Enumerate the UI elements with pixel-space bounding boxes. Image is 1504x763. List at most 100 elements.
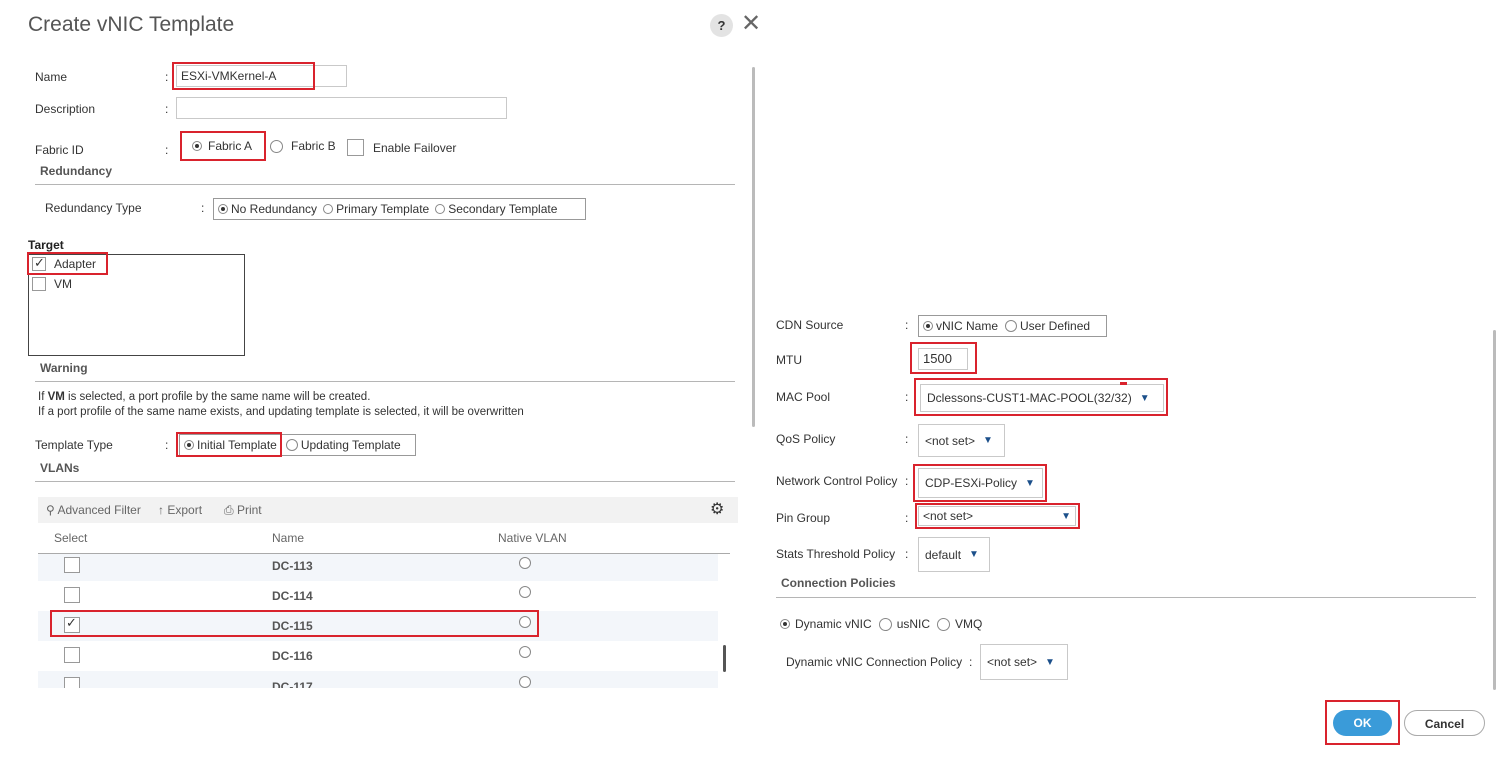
target-vm-item[interactable]: VM [32, 277, 72, 291]
export-label: Export [167, 503, 203, 517]
export-button[interactable]: ↑ Export [158, 503, 202, 517]
no-redundancy-label: No Redundancy [231, 202, 318, 216]
vmq-radio[interactable] [937, 617, 951, 631]
enable-failover-option[interactable]: Enable Failover [347, 139, 456, 156]
updating-template-label: Updating Template [300, 438, 401, 452]
fabric-b-option[interactable]: Fabric B [270, 139, 336, 153]
adapter-highlight [27, 252, 108, 275]
secondary-template-radio[interactable] [435, 204, 446, 214]
vnic-name-radio[interactable] [923, 321, 933, 331]
native-vlan-radio[interactable] [519, 646, 532, 658]
chevron-down-icon: ▼ [1045, 656, 1055, 668]
warning-line-1: If VM is selected, a port profile by the… [38, 391, 370, 403]
table-row[interactable]: DC-113 [38, 554, 718, 581]
print-icon: ⎙ [224, 503, 234, 517]
description-colon: : [165, 102, 169, 116]
target-vm-checkbox[interactable] [32, 277, 46, 291]
vlan-name: DC-114 [272, 589, 313, 603]
connection-policies-section-title: Connection Policies [781, 576, 896, 590]
native-vlan-radio[interactable] [519, 586, 532, 598]
native-vlan-radio[interactable] [519, 557, 532, 569]
mac-pool-label: MAC Pool [776, 390, 831, 404]
qos-policy-select[interactable]: <not set> ▼ [918, 424, 1005, 457]
secondary-template-label: Secondary Template [448, 202, 558, 216]
filter-icon: ⚲ [46, 503, 55, 517]
redundancy-type-label: Redundancy Type [45, 201, 142, 215]
name-highlight [172, 62, 315, 90]
qos-policy-colon: : [905, 432, 909, 446]
row-select-checkbox[interactable] [64, 557, 80, 573]
table-row[interactable]: DC-114 [38, 581, 718, 611]
enable-failover-checkbox[interactable] [347, 139, 364, 156]
redundancy-divider [35, 184, 735, 185]
user-defined-label: User Defined [1020, 319, 1091, 333]
vlans-divider [35, 481, 735, 482]
print-button[interactable]: ⎙ Print [224, 503, 262, 518]
dialog-title: Create vNIC Template [28, 13, 235, 36]
table-row[interactable]: DC-117 [38, 671, 718, 688]
pin-group-label: Pin Group [776, 511, 831, 525]
fabric-b-radio[interactable] [270, 139, 283, 153]
vlans-section-title: VLANs [40, 461, 80, 475]
target-label: Target [28, 238, 64, 252]
network-control-policy-label: Network Control Policy [776, 474, 898, 488]
help-icon[interactable]: ? [710, 14, 733, 37]
target-vm-label: VM [54, 277, 72, 291]
mtu-label: MTU [776, 353, 802, 367]
warning-divider [35, 381, 735, 382]
cdn-source-colon: : [905, 318, 909, 332]
right-panel-scrollbar[interactable] [1493, 330, 1496, 690]
stats-threshold-policy-select[interactable]: default ▼ [918, 537, 990, 572]
advanced-filter-button[interactable]: ⚲ Advanced Filter [46, 503, 141, 517]
row-select-checkbox[interactable] [64, 587, 80, 603]
mtu-highlight [910, 342, 977, 374]
usnic-radio[interactable] [878, 617, 892, 631]
mac-pool-marker [1120, 382, 1127, 385]
chevron-down-icon: ▼ [969, 549, 979, 560]
warning-line-2: If a port profile of the same name exist… [38, 406, 524, 418]
stats-threshold-policy-label: Stats Threshold Policy [776, 547, 896, 561]
mac-pool-colon: : [905, 390, 909, 404]
dynamic-vnic-label: Dynamic vNIC [795, 617, 872, 631]
updating-template-radio[interactable] [285, 439, 298, 451]
qos-policy-value: <not set> [925, 433, 976, 448]
network-control-policy-colon: : [905, 474, 909, 488]
left-panel-scrollbar[interactable] [752, 67, 755, 427]
template-type-label: Template Type [35, 438, 113, 452]
column-header-native-vlan[interactable]: Native VLAN [498, 531, 567, 545]
settings-gear-icon[interactable]: ⚙ [710, 499, 724, 519]
qos-policy-label: QoS Policy [776, 432, 836, 446]
vlans-table-scrollbar[interactable] [723, 645, 726, 672]
dynamic-vnic-policy-value: <not set> [987, 655, 1038, 669]
vlans-toolbar: ⚲ Advanced Filter ↑ Export ⎙ Print ⚙ [38, 497, 738, 523]
primary-template-radio[interactable] [323, 204, 334, 214]
warning-line-1-prefix: If [38, 391, 48, 403]
cancel-button[interactable]: Cancel [1404, 710, 1485, 736]
print-label: Print [236, 503, 262, 517]
name-colon: : [165, 70, 169, 84]
row-select-checkbox[interactable] [64, 647, 80, 663]
pin-group-highlight [915, 503, 1080, 529]
table-row[interactable]: DC-116 [38, 641, 718, 671]
dynamic-vnic-policy-label: Dynamic vNIC Connection Policy [786, 655, 963, 669]
close-icon[interactable]: ✕ [741, 12, 761, 36]
warning-section-title: Warning [40, 361, 88, 375]
pin-group-colon: : [905, 511, 909, 525]
dynamic-vnic-policy-select[interactable]: <not set> ▼ [980, 644, 1068, 680]
column-header-name[interactable]: Name [272, 531, 304, 545]
row-select-checkbox[interactable] [64, 677, 80, 688]
enable-failover-label: Enable Failover [373, 140, 457, 155]
dynamic-vnic-radio[interactable] [780, 619, 790, 629]
fabric-b-label: Fabric B [291, 139, 336, 153]
native-vlan-radio[interactable] [519, 676, 532, 688]
user-defined-radio[interactable] [1005, 320, 1018, 332]
description-input[interactable] [176, 97, 507, 119]
template-type-colon: : [165, 438, 169, 452]
vlan-name: DC-113 [272, 559, 313, 573]
column-header-select[interactable]: Select [54, 531, 87, 545]
warning-line-1-suffix: is selected, a port profile by the same … [64, 391, 371, 403]
name-label: Name [35, 70, 68, 84]
usnic-label: usNIC [896, 617, 931, 631]
no-redundancy-radio[interactable] [218, 204, 228, 214]
fabric-id-colon: : [165, 143, 169, 157]
